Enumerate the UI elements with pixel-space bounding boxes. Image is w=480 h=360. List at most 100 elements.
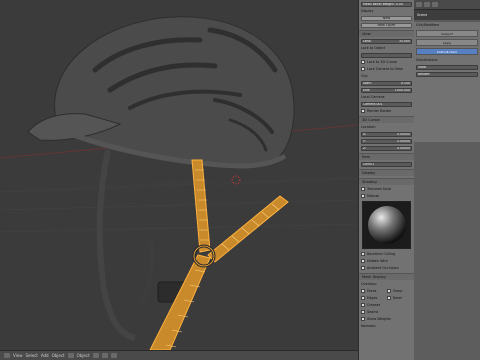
outliner-tree[interactable]: Scene xyxy=(414,10,480,20)
backface-culling-checkbox[interactable] xyxy=(361,252,365,256)
lock-object-field[interactable] xyxy=(361,52,412,58)
outliner-type-icon[interactable] xyxy=(416,2,422,7)
local-camera-label: Local Camera: xyxy=(361,95,386,99)
grid-line xyxy=(0,199,358,211)
lens-value: 35.000 xyxy=(398,39,410,43)
clip-start-field[interactable]: Start: 0.100 xyxy=(361,80,412,86)
bevel-weight-label: Mean Bevel Weight: 0.00 xyxy=(363,2,403,6)
x-value: 0.00000 xyxy=(396,132,410,136)
matcap-label: Matcap xyxy=(367,194,380,198)
cursor-x-field[interactable]: X: 0.00000 xyxy=(361,131,412,137)
manipulator-icon[interactable] xyxy=(110,353,117,358)
matcap-preview[interactable] xyxy=(362,201,411,249)
chin-strap-wireframe[interactable] xyxy=(149,159,289,350)
render-level-field[interactable]: Render: xyxy=(416,71,478,77)
render-border-label: Render Border xyxy=(367,109,392,113)
sharp-checkbox[interactable] xyxy=(386,289,391,293)
clip-end-label: End: xyxy=(363,88,371,92)
shading-section-header[interactable]: Shading xyxy=(359,178,414,185)
lens-label: Lens: xyxy=(363,39,372,43)
mode-dropdown[interactable]: Object xyxy=(77,353,90,358)
outliner-search-icon[interactable] xyxy=(432,2,438,7)
outliner-empty-area xyxy=(414,142,480,360)
scene-tree-item[interactable]: Scene xyxy=(417,13,427,17)
shading-section-title: Shading xyxy=(362,180,377,184)
camera-field[interactable]: Camera.001 xyxy=(361,101,412,107)
shading-icon[interactable] xyxy=(92,353,99,358)
cursor-section-header[interactable]: 3D Cursor xyxy=(359,116,414,123)
mesh-display-title: Mesh Display xyxy=(362,275,386,279)
add-menu[interactable]: Add xyxy=(41,353,49,358)
clip-end-field[interactable]: End: 1000.000 xyxy=(361,87,412,93)
faces-checkbox[interactable] xyxy=(361,289,365,293)
modifier-panel-title: UVs/Modifiers xyxy=(416,23,440,27)
clip-start-label: Start: xyxy=(363,81,372,85)
display-section-label: Display xyxy=(361,9,374,13)
editor-type-icon[interactable] xyxy=(4,353,10,358)
location-label: Location: xyxy=(361,125,377,129)
x-label: X: xyxy=(363,132,367,136)
subsurf-tab[interactable]: Subsurf xyxy=(416,30,478,37)
lens-field[interactable]: Lens: 35.000 xyxy=(361,38,412,44)
properties-panel: Mean Bevel Weight: 0.00 Display New New … xyxy=(358,0,414,360)
y-label: Y: xyxy=(363,139,366,143)
new-layer-button[interactable]: New Layer xyxy=(361,22,412,28)
item-name-value: Chin01 xyxy=(363,162,375,166)
apply-button[interactable]: Apply xyxy=(416,39,478,46)
item-section-title: Item xyxy=(362,155,371,159)
render-level-label: Render: xyxy=(418,72,431,76)
show-weights-label: Show Weights xyxy=(367,317,391,321)
cursor-section-title: 3D Cursor xyxy=(362,118,381,122)
item-section-header[interactable]: Item xyxy=(359,153,414,160)
mesh-display-header[interactable]: Mesh Display xyxy=(359,273,414,280)
ambient-occlusion-label: Ambient Occlusion xyxy=(367,266,399,270)
view-menu[interactable]: View xyxy=(13,353,23,358)
helmet-model[interactable] xyxy=(27,16,295,341)
clip-start-value: 0.100 xyxy=(400,81,410,85)
normals-label: Normals: xyxy=(361,324,377,328)
lock-camera-label: Lock Camera to View xyxy=(367,67,403,71)
pivot-icon[interactable] xyxy=(101,353,108,358)
3d-viewport[interactable] xyxy=(0,0,358,350)
overlays-label: Overlays: xyxy=(361,282,378,286)
item-name-field[interactable]: Chin01 xyxy=(361,161,412,167)
z-value: 0.00000 xyxy=(396,146,410,150)
render-border-checkbox[interactable] xyxy=(361,109,365,113)
select-menu[interactable]: Select xyxy=(26,353,38,358)
grid-line xyxy=(0,223,358,233)
object-menu[interactable]: Object xyxy=(52,353,65,358)
bevel-checkbox[interactable] xyxy=(386,296,391,300)
cursor-y-field[interactable]: Y: 0.00000 xyxy=(361,138,412,144)
viewport-header: View Select Add Object Object xyxy=(0,350,358,360)
lock-to-object-label: Lock to Object xyxy=(361,46,386,50)
textured-solid-checkbox[interactable] xyxy=(361,187,365,191)
y-value: 0.00000 xyxy=(396,139,410,143)
mode-icon[interactable] xyxy=(67,353,74,358)
view-section-header[interactable]: View xyxy=(359,30,414,37)
sharp-label: Sharp xyxy=(392,289,403,293)
textured-solid-label: Textured Solid xyxy=(367,187,391,191)
subdivisions-label: Subdivisions: xyxy=(416,58,439,62)
creases-label: Creases xyxy=(367,303,381,307)
view-level-field[interactable]: View: xyxy=(416,64,478,70)
hidden-wire-checkbox[interactable] xyxy=(361,259,365,263)
matcap-checkbox[interactable] xyxy=(361,194,365,198)
bevel-weight-field[interactable]: Mean Bevel Weight: 0.00 xyxy=(361,1,412,7)
clip-label: Clip: xyxy=(361,74,369,78)
seams-checkbox[interactable] xyxy=(361,310,365,314)
lock-cursor-checkbox[interactable] xyxy=(361,60,365,64)
edges-checkbox[interactable] xyxy=(361,296,365,300)
cursor-z-field[interactable]: Z: 0.00000 xyxy=(361,145,412,151)
z-label: Z: xyxy=(363,146,367,150)
creases-checkbox[interactable] xyxy=(361,303,365,307)
lock-cursor-label: Lock to 3D Cursor xyxy=(367,60,398,64)
viewport-canvas[interactable] xyxy=(0,0,358,350)
hidden-wire-label: Hidden Wire xyxy=(367,259,388,263)
ambient-occlusion-checkbox[interactable] xyxy=(361,266,365,270)
catmull-clark-tab[interactable]: Catmull-Clark xyxy=(416,48,478,55)
show-weights-checkbox[interactable] xyxy=(361,317,365,321)
display-section-header[interactable]: Display xyxy=(359,169,414,176)
new-button[interactable]: New xyxy=(361,15,412,21)
lock-camera-checkbox[interactable] xyxy=(361,67,365,71)
outliner-filter-icon[interactable] xyxy=(424,2,430,7)
